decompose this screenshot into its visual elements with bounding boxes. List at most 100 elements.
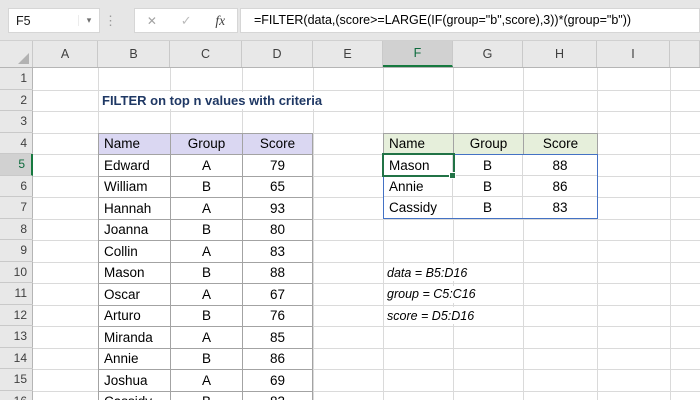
- row-header-11[interactable]: 11: [0, 283, 33, 305]
- result-header-score[interactable]: Score: [524, 133, 598, 155]
- cell[interactable]: 86: [243, 348, 313, 370]
- source-table: Name Group Score Edward A 79 William B 6…: [98, 132, 313, 400]
- active-cell-outline: [382, 152, 455, 177]
- table-row: Arturo B 76: [99, 305, 313, 327]
- row-header-strip: 1 2 3 4 5 6 7 8 9 10 11 12 13 14 15 16: [0, 68, 33, 400]
- cell[interactable]: Cassidy: [99, 391, 171, 400]
- cell[interactable]: 65: [243, 176, 313, 198]
- source-header-score[interactable]: Score: [243, 133, 313, 155]
- row-header-1[interactable]: 1: [0, 68, 33, 90]
- source-header-group[interactable]: Group: [171, 133, 243, 155]
- cell[interactable]: A: [171, 370, 243, 392]
- column-header-G[interactable]: G: [453, 41, 523, 67]
- row-header-2[interactable]: 2: [0, 90, 33, 111]
- cell[interactable]: 88: [243, 262, 313, 284]
- cell[interactable]: Annie: [99, 348, 171, 370]
- cell[interactable]: 83: [243, 241, 313, 263]
- cell[interactable]: 88: [523, 155, 597, 176]
- named-range-note-data[interactable]: data = B5:D16: [387, 264, 471, 281]
- cell[interactable]: 86: [523, 176, 597, 197]
- table-row: Joshua A 69: [99, 370, 313, 392]
- column-header-H[interactable]: H: [523, 41, 597, 67]
- table-row: William B 65: [99, 176, 313, 198]
- cell[interactable]: Joshua: [99, 370, 171, 392]
- cell[interactable]: Mason: [99, 262, 171, 284]
- cell[interactable]: Joanna: [99, 219, 171, 241]
- row-header-6[interactable]: 6: [0, 176, 33, 197]
- name-box-dropdown-icon[interactable]: ▾: [78, 15, 99, 26]
- gridline: [383, 68, 384, 400]
- formula-input[interactable]: =FILTER(data,(score>=LARGE(IF(group="b",…: [240, 8, 700, 33]
- cell[interactable]: Miranda: [99, 327, 171, 349]
- cell[interactable]: B: [171, 219, 243, 241]
- cell[interactable]: 85: [243, 327, 313, 349]
- cancel-icon[interactable]: ✕: [147, 14, 157, 28]
- cell[interactable]: Collin: [99, 241, 171, 263]
- row-header-4[interactable]: 4: [0, 133, 33, 154]
- column-header-E[interactable]: E: [313, 41, 383, 67]
- cell[interactable]: 76: [243, 305, 313, 327]
- enter-icon[interactable]: ✓: [181, 13, 192, 29]
- column-header-A[interactable]: A: [33, 41, 98, 67]
- fill-handle[interactable]: [449, 171, 456, 179]
- cell[interactable]: 93: [243, 198, 313, 220]
- row-header-5-selected[interactable]: 5: [0, 154, 33, 176]
- cell[interactable]: Annie: [384, 176, 453, 197]
- named-range-note-group[interactable]: group = C5:C16: [387, 285, 479, 303]
- row-header-12[interactable]: 12: [0, 305, 33, 326]
- cell[interactable]: 83: [243, 391, 313, 400]
- cell[interactable]: Arturo: [99, 305, 171, 327]
- column-header-F-selected[interactable]: F: [383, 41, 453, 67]
- row-header-8[interactable]: 8: [0, 219, 33, 240]
- cell[interactable]: 67: [243, 284, 313, 306]
- cell[interactable]: A: [171, 327, 243, 349]
- result-header-group[interactable]: Group: [454, 133, 524, 155]
- cell[interactable]: A: [171, 155, 243, 177]
- row-header-14[interactable]: 14: [0, 348, 33, 369]
- column-header-I[interactable]: I: [597, 41, 670, 67]
- name-box[interactable]: F5 ▾: [8, 8, 100, 33]
- cell[interactable]: A: [171, 284, 243, 306]
- select-all-corner[interactable]: [0, 41, 33, 67]
- column-header-D[interactable]: D: [242, 41, 313, 67]
- row-header-9[interactable]: 9: [0, 240, 33, 262]
- row-header-3[interactable]: 3: [0, 111, 33, 133]
- cell[interactable]: B: [453, 155, 523, 176]
- cell[interactable]: 80: [243, 219, 313, 241]
- insert-function-icon[interactable]: fx: [215, 13, 225, 29]
- row-header-10[interactable]: 10: [0, 262, 33, 283]
- cell[interactable]: Oscar: [99, 284, 171, 306]
- table-row: Miranda A 85: [99, 327, 313, 349]
- cell[interactable]: B: [171, 305, 243, 327]
- cell[interactable]: B: [171, 262, 243, 284]
- cell[interactable]: Edward: [99, 155, 171, 177]
- cell[interactable]: A: [171, 241, 243, 263]
- cell[interactable]: A: [171, 198, 243, 220]
- sheet-title-cell[interactable]: FILTER on top n values with criteria: [102, 92, 326, 109]
- cell[interactable]: 69: [243, 370, 313, 392]
- gridline: [313, 68, 314, 400]
- gridline: [33, 111, 700, 112]
- cell[interactable]: Cassidy: [384, 197, 453, 218]
- cell[interactable]: B: [453, 176, 523, 197]
- cell[interactable]: B: [171, 391, 243, 400]
- cell[interactable]: 79: [243, 155, 313, 177]
- column-header-B[interactable]: B: [98, 41, 170, 67]
- table-row: Cassidy B 83: [384, 197, 597, 218]
- cell[interactable]: B: [171, 348, 243, 370]
- row-header-7[interactable]: 7: [0, 197, 33, 219]
- cell[interactable]: 83: [523, 197, 597, 218]
- cell[interactable]: William: [99, 176, 171, 198]
- named-range-note-score[interactable]: score = D5:D16: [387, 307, 478, 324]
- table-row: Mason B 88: [99, 262, 313, 284]
- table-row: Hannah A 93: [99, 198, 313, 220]
- source-header-name[interactable]: Name: [99, 133, 171, 155]
- cell[interactable]: B: [171, 176, 243, 198]
- column-header-C[interactable]: C: [170, 41, 242, 67]
- cell[interactable]: B: [453, 197, 523, 218]
- row-header-13[interactable]: 13: [0, 326, 33, 348]
- row-header-15[interactable]: 15: [0, 369, 33, 391]
- column-header-partial[interactable]: [670, 41, 700, 67]
- cell[interactable]: Hannah: [99, 198, 171, 220]
- row-header-16[interactable]: 16: [0, 391, 33, 400]
